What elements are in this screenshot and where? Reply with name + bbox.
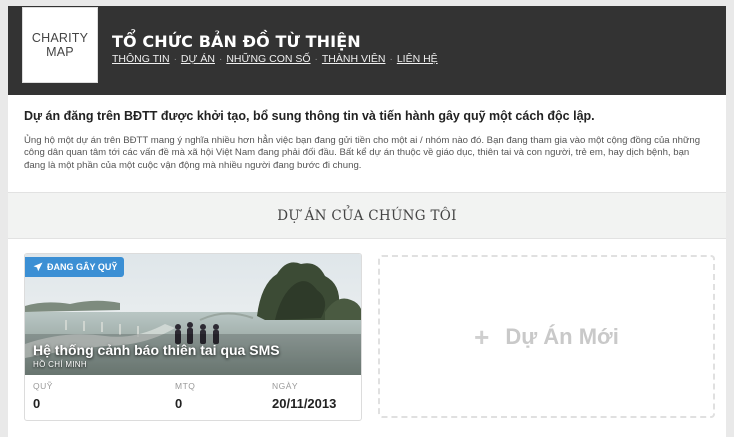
page: CHARITY MAP TỔ CHỨC BẢN ĐỒ TỪ THIỆN THÔN… bbox=[8, 6, 726, 437]
stat-mtq-label: MTQ bbox=[175, 381, 196, 391]
badge-label: ĐANG GÂY QUỸ bbox=[47, 262, 118, 272]
nav-item-projects[interactable]: DỰ ÁN bbox=[181, 53, 215, 65]
logo-line-2: MAP bbox=[46, 45, 74, 59]
stat-fund-label: QUỸ bbox=[33, 381, 53, 391]
project-title[interactable]: Hệ thống cảnh báo thiên tai qua SMS bbox=[33, 342, 280, 358]
plus-icon: + bbox=[474, 321, 490, 352]
nav-item-numbers[interactable]: NHỮNG CON SỐ bbox=[226, 53, 310, 65]
stat-date: NGÀY 20/11/2013 bbox=[272, 381, 336, 411]
nav-item-contact[interactable]: LIÊN HỆ bbox=[397, 53, 438, 65]
nav-item-info[interactable]: THÔNG TIN bbox=[112, 53, 170, 65]
stat-fund-value: 0 bbox=[33, 396, 41, 411]
nav-separator: · bbox=[173, 53, 177, 65]
project-location: HỒ CHÍ MINH bbox=[33, 360, 87, 369]
project-card[interactable]: ĐANG GÂY QUỸ Hệ thống cảnh báo thiên tai… bbox=[24, 253, 362, 421]
main-nav: THÔNG TIN · DỰ ÁN · NHỮNG CON SỐ · THÀNH… bbox=[112, 53, 438, 65]
nav-separator: · bbox=[389, 53, 393, 65]
intro-heading: Dự án đăng trên BĐTT được khởi tạo, bổ s… bbox=[24, 109, 595, 123]
stat-fund: QUỸ 0 bbox=[33, 381, 53, 411]
project-image: ĐANG GÂY QUỸ Hệ thống cảnh báo thiên tai… bbox=[25, 254, 361, 375]
section-header: DỰ ÁN CỦA CHÚNG TÔI bbox=[8, 192, 726, 239]
project-stats: QUỸ 0 MTQ 0 NGÀY 20/11/2013 bbox=[25, 377, 361, 420]
nav-separator: · bbox=[314, 53, 318, 65]
charity-map-logo[interactable]: CHARITY MAP bbox=[22, 7, 98, 83]
intro-paragraph: Ủng hộ một dự án trên BĐTT mang ý nghĩa … bbox=[24, 135, 701, 171]
paper-plane-icon bbox=[33, 262, 43, 272]
new-project-label: Dự Án Mới bbox=[505, 323, 619, 349]
organization-title: TỔ CHỨC BẢN ĐỒ TỪ THIỆN bbox=[112, 32, 361, 51]
fundraising-badge: ĐANG GÂY QUỸ bbox=[25, 257, 125, 277]
logo-line-1: CHARITY bbox=[31, 31, 89, 45]
stat-mtq-value: 0 bbox=[175, 396, 183, 411]
stat-mtq: MTQ 0 bbox=[175, 381, 195, 411]
nav-separator: · bbox=[218, 53, 223, 65]
new-project-button[interactable]: + Dự Án Mới bbox=[378, 255, 715, 418]
nav-item-members[interactable]: THÀNH VIÊN bbox=[322, 53, 386, 65]
stat-date-value: 20/11/2013 bbox=[272, 396, 337, 411]
section-title: DỰ ÁN CỦA CHÚNG TÔI bbox=[277, 207, 457, 224]
stat-date-label: NGÀY bbox=[272, 381, 299, 391]
site-header: CHARITY MAP TỔ CHỨC BẢN ĐỒ TỪ THIỆN THÔN… bbox=[8, 6, 726, 95]
